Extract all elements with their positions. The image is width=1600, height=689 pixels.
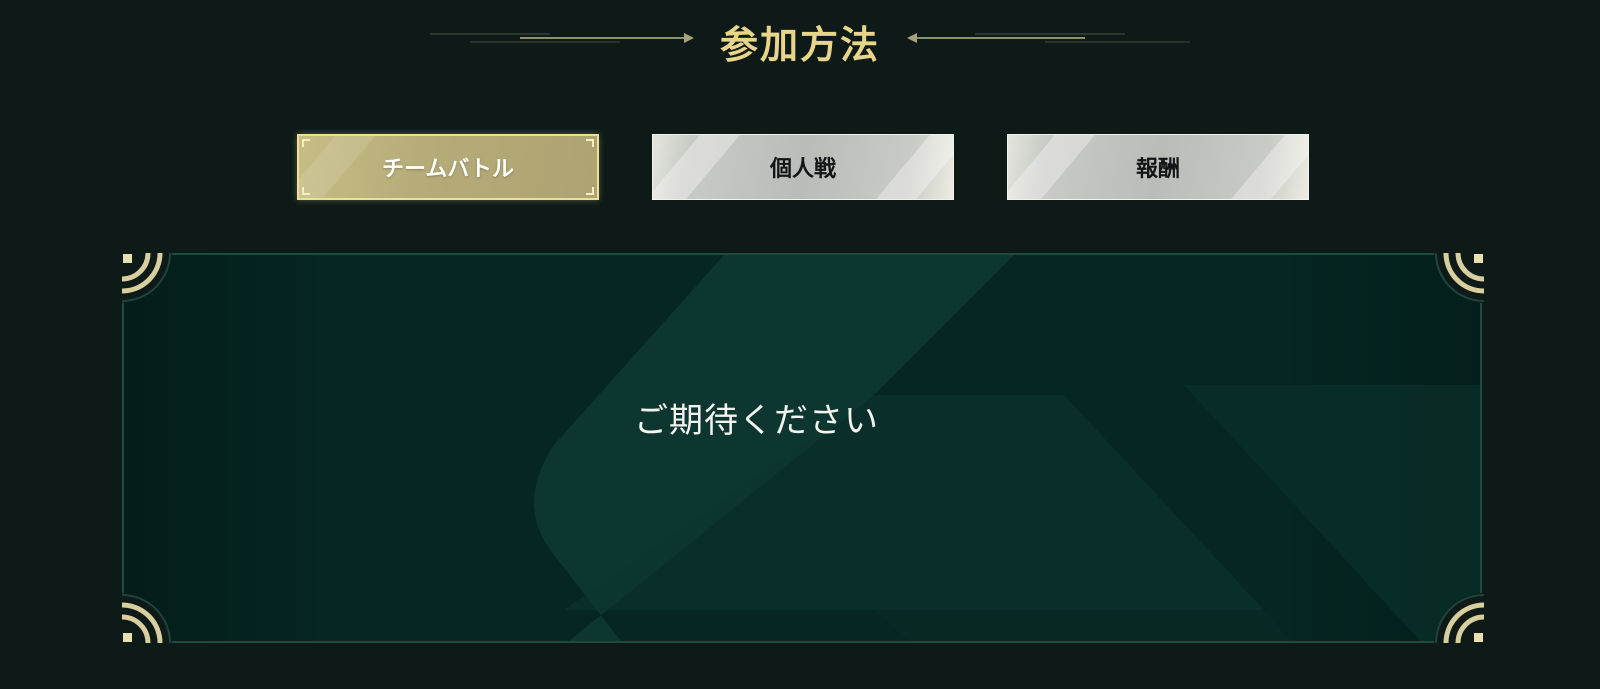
tab-corner-mark (302, 187, 310, 195)
coming-soon-message: ご期待ください (634, 401, 879, 441)
tab-label: チームバトル (381, 157, 514, 182)
page-header: 参加方法 (0, 0, 1600, 80)
tab-individual-battle[interactable]: 個人戦 (652, 134, 954, 200)
tab-corner-mark (586, 139, 594, 147)
corner-ornament-icon (120, 593, 172, 645)
corner-ornament-icon (120, 251, 172, 303)
corner-ornament-icon (1434, 251, 1486, 303)
tab-corner-mark (586, 187, 594, 195)
tab-rewards[interactable]: 報酬 (1007, 134, 1309, 200)
tab-label: 報酬 (1135, 157, 1180, 182)
tab-shine (1008, 135, 1095, 199)
tab-corner-mark (302, 139, 310, 147)
tab-shine (653, 135, 740, 199)
corner-ornament-icon (1434, 593, 1486, 645)
content-panel: ご期待ください (122, 253, 1482, 643)
page-title: 参加方法 (719, 23, 880, 67)
tab-shine (1231, 135, 1308, 199)
header-right-ornament-icon (907, 33, 1190, 43)
panel-background-pattern (534, 255, 1480, 641)
tab-shine (876, 135, 953, 199)
tab-team-battle[interactable]: チームバトル (297, 134, 599, 200)
tab-label: 個人戦 (769, 157, 836, 182)
